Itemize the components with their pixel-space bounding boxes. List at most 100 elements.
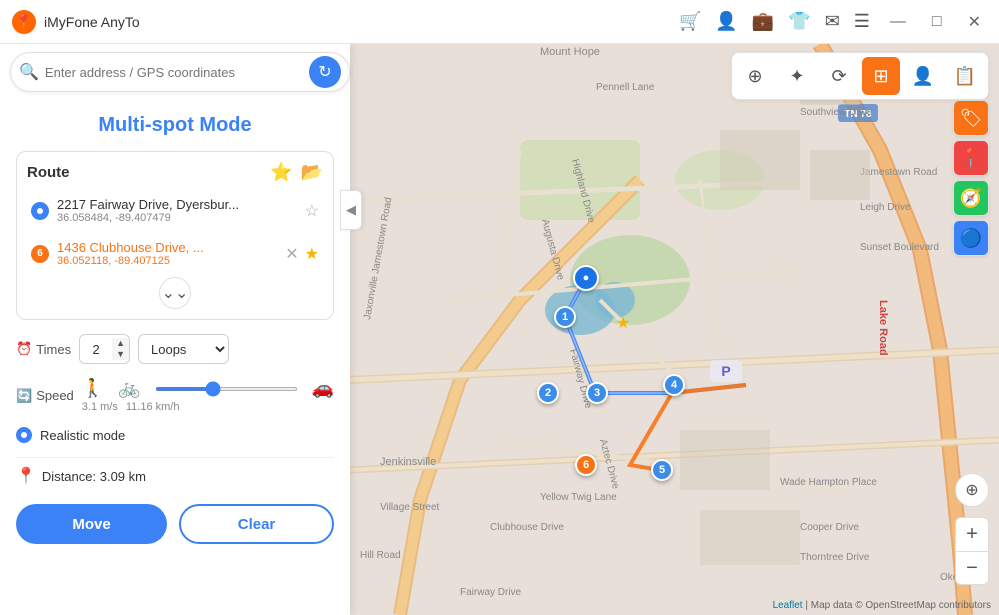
cart-icon[interactable]: 🛒 bbox=[679, 11, 701, 32]
map-pin-6: 6 bbox=[575, 454, 597, 476]
map-right-buttons: 🏷 📍 🧭 🔵 bbox=[953, 100, 989, 256]
svg-text:Wade Hampton Place: Wade Hampton Place bbox=[780, 477, 877, 488]
map-btn-orange-1[interactable]: 🏷 bbox=[953, 100, 989, 136]
maximize-button[interactable]: □ bbox=[926, 11, 948, 33]
bike-icon[interactable]: 🚲 bbox=[118, 378, 140, 399]
realistic-dot bbox=[16, 427, 32, 443]
zoom-out-button[interactable]: − bbox=[955, 551, 989, 585]
times-up-button[interactable]: ▲ bbox=[112, 338, 129, 349]
map-compass[interactable]: ⊕ bbox=[955, 473, 989, 507]
svg-text:Highland Drive: Highland Drive bbox=[569, 158, 597, 225]
speed-icons: 🚶 🚲 🚗 bbox=[82, 378, 334, 399]
times-row: ⏰ Times ▲ ▼ Loops Round One-way bbox=[16, 334, 334, 364]
realistic-label: Realistic mode bbox=[40, 428, 125, 443]
speed-label: 🔄 Speed bbox=[16, 388, 74, 404]
speed-values: 3.1 m/s 11.16 km/h bbox=[82, 401, 334, 413]
route-item-icons-1: ☆ bbox=[305, 201, 319, 221]
map-attribution: Leaflet | Map data © OpenStreetMap contr… bbox=[773, 600, 991, 611]
leaflet-link[interactable]: Leaflet bbox=[773, 600, 803, 611]
move-button[interactable]: Move bbox=[16, 504, 167, 544]
panel-title: Multi-spot Mode bbox=[16, 106, 334, 141]
speed-kmh: 11.16 km/h bbox=[126, 401, 180, 413]
map-star: ★ bbox=[616, 313, 630, 333]
clock-icon: ⏰ bbox=[16, 341, 32, 357]
svg-text:Jaxonville Jamestown Road: Jaxonville Jamestown Road bbox=[362, 197, 394, 321]
route-coords-2: 36.052118, -89.407125 bbox=[57, 255, 277, 267]
toolbar-multispot-button[interactable]: ⊞ bbox=[862, 57, 900, 95]
svg-text:Southview Drive: Southview Drive bbox=[800, 107, 873, 118]
route-address-2: 1436 Clubhouse Drive, ... bbox=[57, 240, 277, 255]
map-pin-5: 5 bbox=[651, 459, 673, 481]
user-icon[interactable]: 👤 bbox=[715, 11, 737, 32]
speed-dial-icon: 🔄 bbox=[16, 388, 32, 404]
realistic-row[interactable]: Realistic mode bbox=[16, 427, 334, 443]
map-zoom: + − bbox=[955, 517, 989, 585]
route-star-icon[interactable]: ⭐ bbox=[270, 162, 292, 183]
title-bar: iMyFone AnyTo 🛒 👤 💼 👕 ✉ ☰ — □ ✕ bbox=[0, 0, 999, 44]
car-icon[interactable]: 🚗 bbox=[312, 378, 334, 399]
svg-text:TN 78: TN 78 bbox=[844, 109, 872, 120]
distance-row: 📍 Distance: 3.09 km bbox=[16, 457, 334, 486]
toolbar-user-button[interactable]: 👤 bbox=[904, 57, 942, 95]
close-button[interactable]: ✕ bbox=[962, 10, 987, 34]
route-item-star-1[interactable]: ☆ bbox=[305, 201, 319, 221]
svg-text:Hill Road: Hill Road bbox=[360, 550, 401, 561]
minimize-button[interactable]: — bbox=[884, 11, 912, 33]
menu-icon[interactable]: ☰ bbox=[854, 11, 870, 32]
route-coords-1: 36.058484, -89.407479 bbox=[57, 212, 297, 224]
search-submit-button[interactable]: ↻ bbox=[309, 56, 341, 88]
app-icon bbox=[12, 10, 36, 34]
svg-text:Thorntree Drive: Thorntree Drive bbox=[800, 552, 870, 563]
shirt-icon[interactable]: 👕 bbox=[788, 11, 810, 32]
toolbar-move-button[interactable]: ✦ bbox=[778, 57, 816, 95]
route-text-2: 1436 Clubhouse Drive, ... 36.052118, -89… bbox=[57, 240, 277, 267]
times-input-wrap: ▲ ▼ bbox=[79, 334, 130, 364]
toolbar-history-button[interactable]: 📋 bbox=[946, 57, 984, 95]
route-text-1: 2217 Fairway Drive, Dyersbur... 36.05848… bbox=[57, 197, 297, 224]
svg-text:Clubhouse Drive: Clubhouse Drive bbox=[490, 522, 564, 533]
expand-button[interactable]: ⌄⌄ bbox=[159, 277, 191, 309]
svg-text:Fairway Drive: Fairway Drive bbox=[460, 587, 522, 598]
zoom-in-button[interactable]: + bbox=[955, 517, 989, 551]
svg-text:Mount Hope: Mount Hope bbox=[540, 46, 600, 58]
action-buttons: Move Clear bbox=[16, 504, 334, 544]
svg-text:Augusta Drive: Augusta Drive bbox=[539, 218, 566, 282]
toolbar-route-button[interactable]: ⟳ bbox=[820, 57, 858, 95]
route-address-1: 2217 Fairway Drive, Dyersbur... bbox=[57, 197, 297, 212]
loops-select[interactable]: Loops Round One-way bbox=[138, 334, 229, 364]
search-input[interactable] bbox=[45, 65, 309, 80]
walk-icon[interactable]: 🚶 bbox=[82, 378, 104, 399]
search-bar: 🔍 ↻ bbox=[10, 52, 350, 92]
times-input[interactable] bbox=[80, 342, 112, 357]
route-item-2: 6 1436 Clubhouse Drive, ... 36.052118, -… bbox=[27, 234, 323, 273]
map-toolbar: ⊕ ✦ ⟳ ⊞ 👤 📋 bbox=[731, 52, 989, 100]
distance-icon: 📍 bbox=[16, 466, 36, 486]
route-item-icons-2: ✕ ★ bbox=[285, 244, 319, 264]
toolbar-gps-button[interactable]: ⊕ bbox=[736, 57, 774, 95]
map-btn-green-1[interactable]: 🧭 bbox=[953, 180, 989, 216]
route-box: Route ⭐ 📂 2217 Fairway Drive, Dyersbur..… bbox=[16, 151, 334, 320]
times-arrows: ▲ ▼ bbox=[112, 338, 129, 360]
route-item-star-2[interactable]: ★ bbox=[305, 244, 319, 264]
speed-slider[interactable] bbox=[155, 387, 298, 391]
route-item-delete-2[interactable]: ✕ bbox=[285, 244, 298, 264]
svg-text:P: P bbox=[721, 363, 730, 379]
svg-text:Cooper Drive: Cooper Drive bbox=[800, 522, 859, 533]
attribution-extra: | Map data © OpenStreetMap contributors bbox=[805, 600, 991, 611]
route-folder-icon[interactable]: 📂 bbox=[301, 162, 323, 183]
case-icon[interactable]: 💼 bbox=[752, 11, 774, 32]
route-dot-blue-1 bbox=[31, 202, 49, 220]
speed-ms: 3.1 m/s bbox=[82, 401, 118, 413]
map-btn-blue-1[interactable]: 🔵 bbox=[953, 220, 989, 256]
search-icon: 🔍 bbox=[19, 62, 39, 82]
route-dot-orange-2: 6 bbox=[31, 245, 49, 263]
side-panel: Multi-spot Mode Route ⭐ 📂 2217 Fairway D… bbox=[0, 44, 350, 615]
collapse-button[interactable]: ◀ bbox=[340, 190, 362, 230]
svg-text:Pennell Lane: Pennell Lane bbox=[596, 82, 655, 93]
route-item-1: 2217 Fairway Drive, Dyersbur... 36.05848… bbox=[27, 191, 323, 230]
map-btn-red-1[interactable]: 📍 bbox=[953, 140, 989, 176]
times-down-button[interactable]: ▼ bbox=[112, 349, 129, 360]
times-label: ⏰ Times bbox=[16, 341, 71, 357]
mail-icon[interactable]: ✉ bbox=[825, 11, 840, 32]
clear-button[interactable]: Clear bbox=[179, 504, 334, 544]
